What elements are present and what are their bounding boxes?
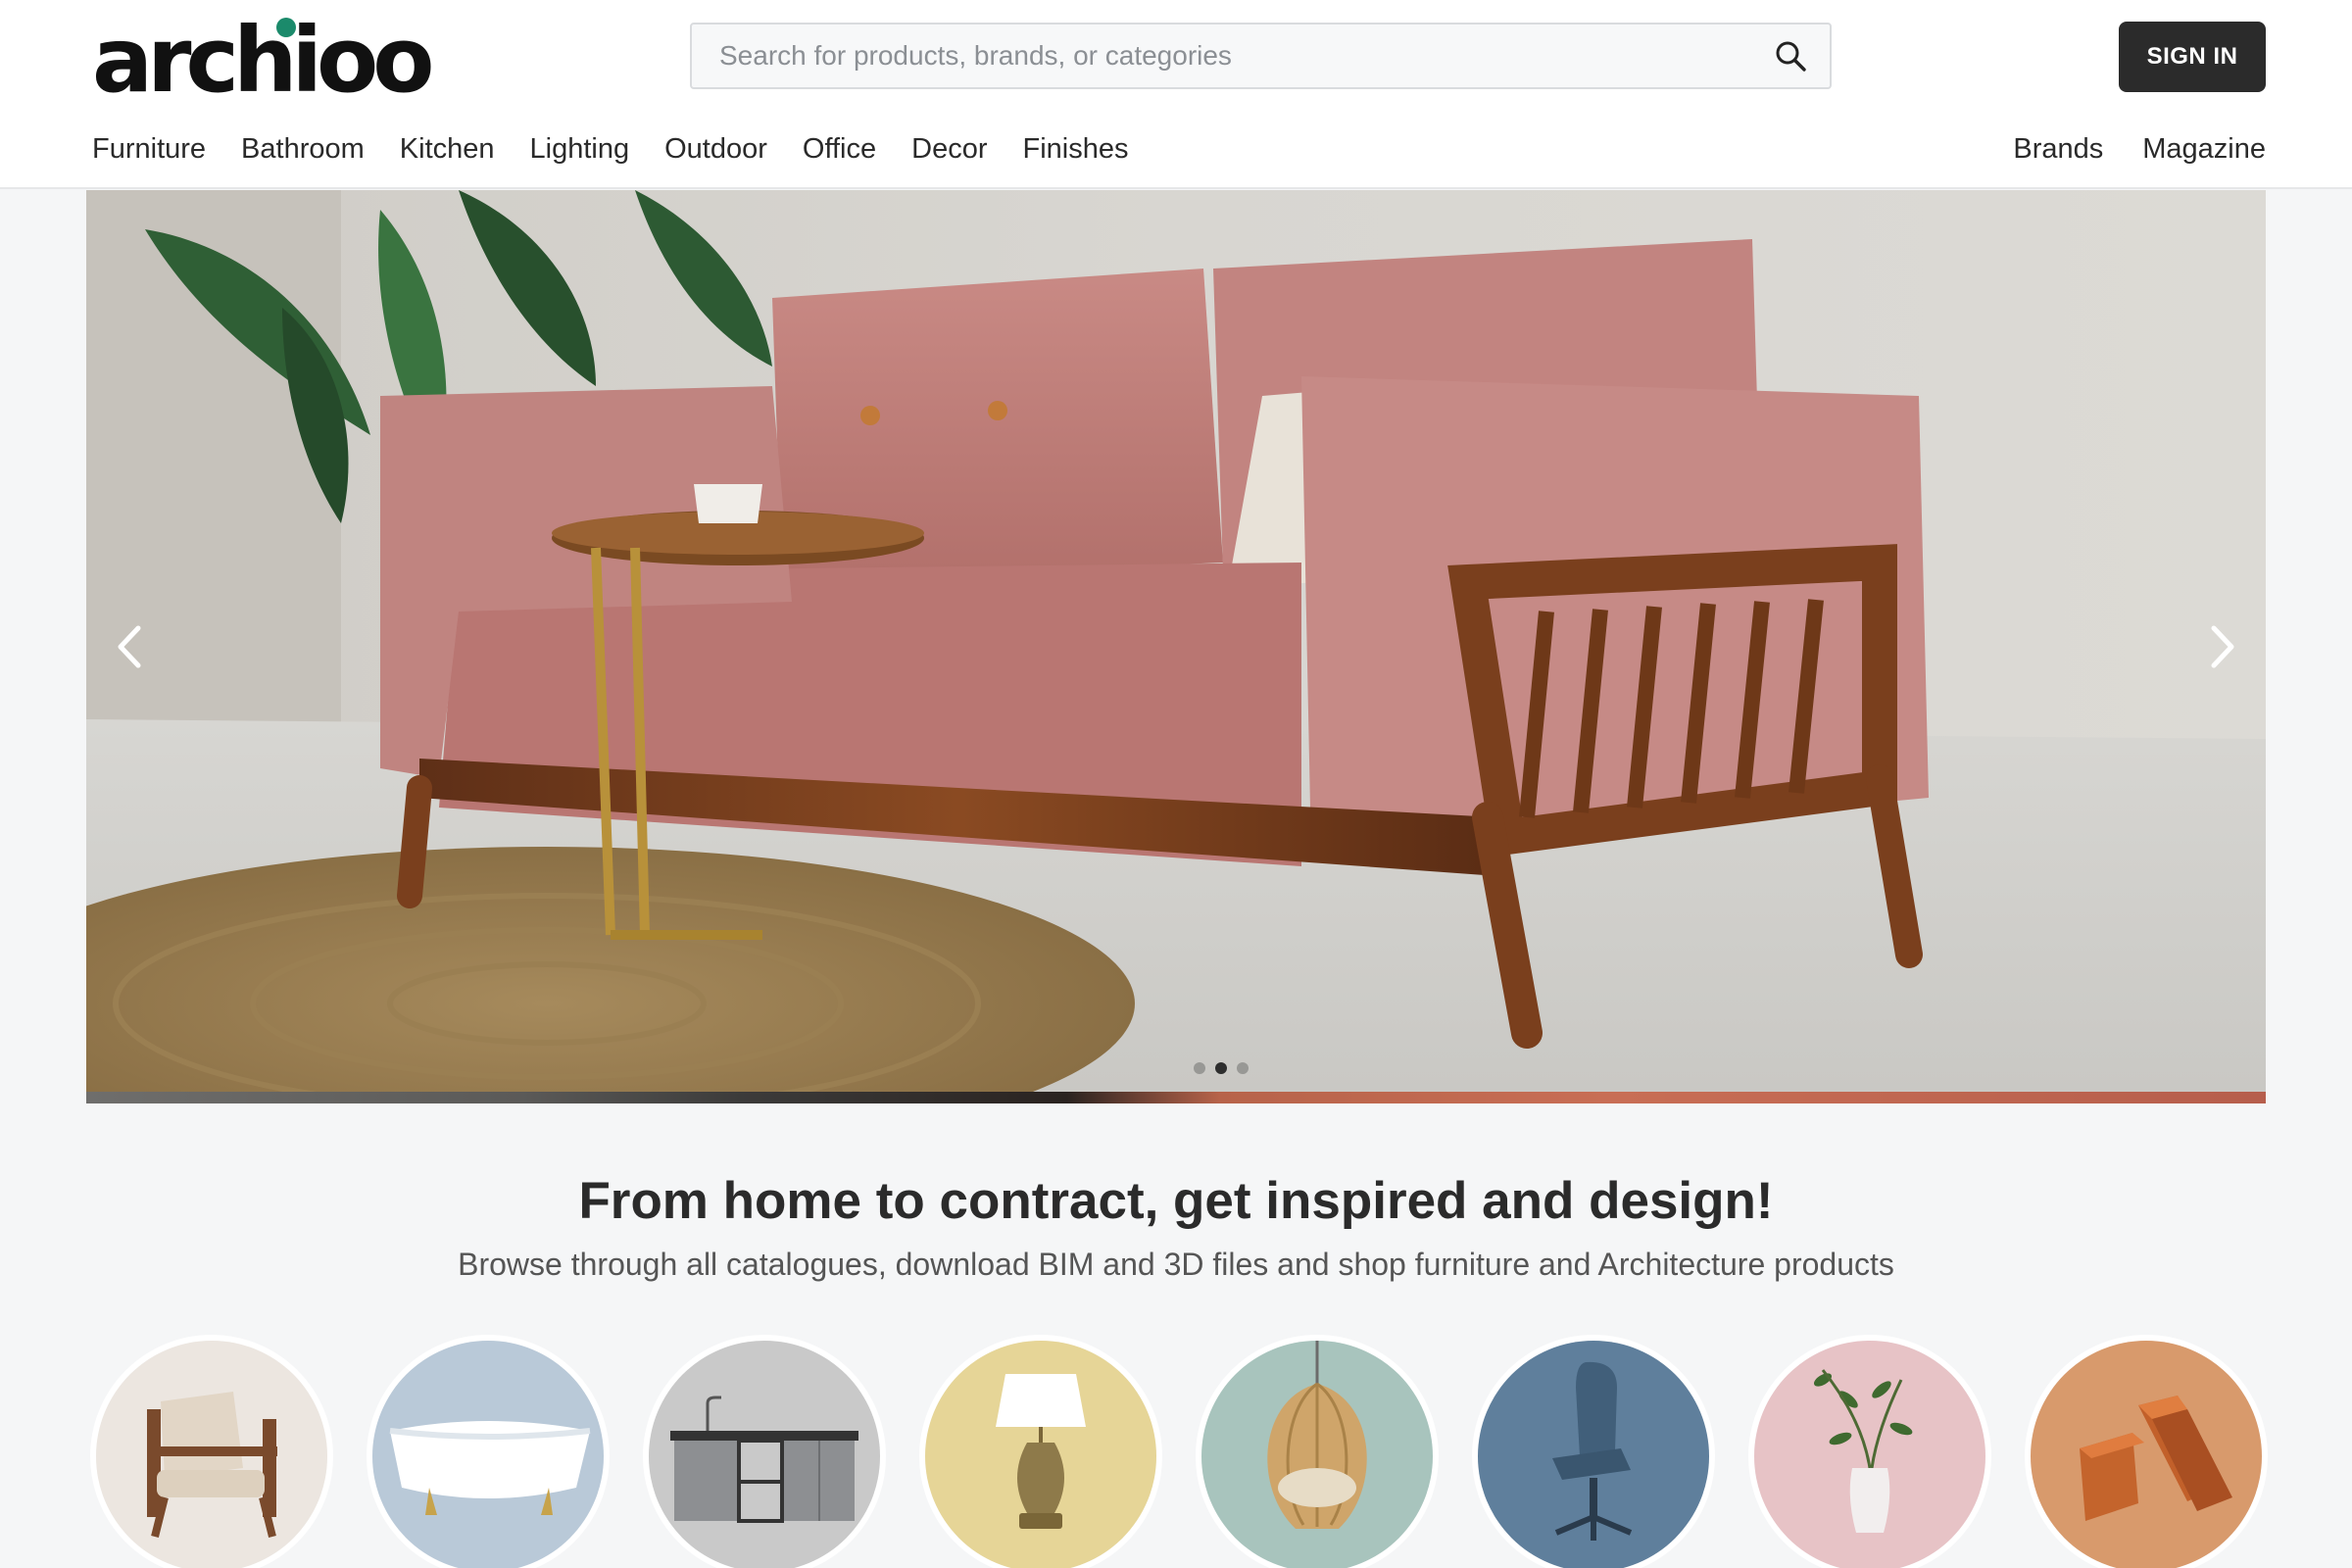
category-bathroom-tile[interactable]	[367, 1335, 610, 1568]
search-icon[interactable]	[1773, 38, 1808, 74]
carousel-dot[interactable]	[1194, 1062, 1205, 1074]
secondary-nav: Brands Magazine	[1974, 129, 2266, 169]
nav-item-magazine[interactable]: Magazine	[2142, 129, 2266, 169]
category-lighting-tile[interactable]	[919, 1335, 1162, 1568]
carousel-prev-button[interactable]	[100, 617, 159, 676]
search-input[interactable]	[719, 24, 1739, 87]
chevron-left-icon	[118, 625, 141, 668]
table-lamp-icon	[925, 1341, 1156, 1568]
hero-carousel	[86, 190, 2266, 1103]
kitchen-cabinet-icon	[649, 1341, 880, 1568]
page-headline: From home to contract, get inspired and …	[578, 1172, 1774, 1230]
nav-item-lighting[interactable]: Lighting	[530, 129, 630, 169]
carousel-dot-active[interactable]	[1215, 1062, 1227, 1074]
logo-dot	[276, 18, 296, 37]
category-furniture-tile[interactable]	[90, 1335, 333, 1568]
nav-item-decor[interactable]: Decor	[911, 129, 987, 169]
category-decor-tile[interactable]	[1748, 1335, 1991, 1568]
site-header: archioo SIGN IN Furniture Bathroom Kitch…	[0, 0, 2352, 189]
nav-item-outdoor[interactable]: Outdoor	[664, 129, 767, 169]
search-bar	[690, 23, 1832, 89]
vase-plant-icon	[1754, 1341, 1985, 1568]
nav-item-furniture[interactable]: Furniture	[92, 129, 206, 169]
category-nav: Furniture Bathroom Kitchen Lighting Outd…	[92, 129, 1163, 169]
page-subheadline: Browse through all catalogues, download …	[458, 1247, 1894, 1282]
nav-item-finishes[interactable]: Finishes	[1022, 129, 1128, 169]
category-kitchen-tile[interactable]	[643, 1335, 886, 1568]
hanging-chair-icon	[1201, 1341, 1433, 1568]
sign-in-button[interactable]: SIGN IN	[2119, 22, 2266, 92]
hero-thumbnail-strip	[86, 1092, 2266, 1103]
category-finishes-tile[interactable]	[2025, 1335, 2268, 1568]
carousel-next-button[interactable]	[2193, 617, 2252, 676]
bathtub-icon	[372, 1341, 604, 1568]
nav-item-brands[interactable]: Brands	[2013, 129, 2103, 169]
nav-item-kitchen[interactable]: Kitchen	[400, 129, 495, 169]
carousel-dot[interactable]	[1237, 1062, 1249, 1074]
bricks-icon	[2031, 1341, 2262, 1568]
chevron-right-icon	[2211, 625, 2234, 668]
category-carousel	[90, 1335, 2268, 1568]
armchair-icon	[96, 1341, 327, 1568]
hero-sofa-image	[86, 190, 2266, 1092]
office-chair-icon	[1478, 1341, 1709, 1568]
logo-text: archioo	[92, 8, 434, 113]
category-office-tile[interactable]	[1472, 1335, 1715, 1568]
carousel-dots	[1194, 1062, 1249, 1074]
nav-item-bathroom[interactable]: Bathroom	[241, 129, 365, 169]
category-outdoor-tile[interactable]	[1196, 1335, 1439, 1568]
logo[interactable]: archioo	[92, 10, 434, 106]
nav-item-office[interactable]: Office	[803, 129, 876, 169]
